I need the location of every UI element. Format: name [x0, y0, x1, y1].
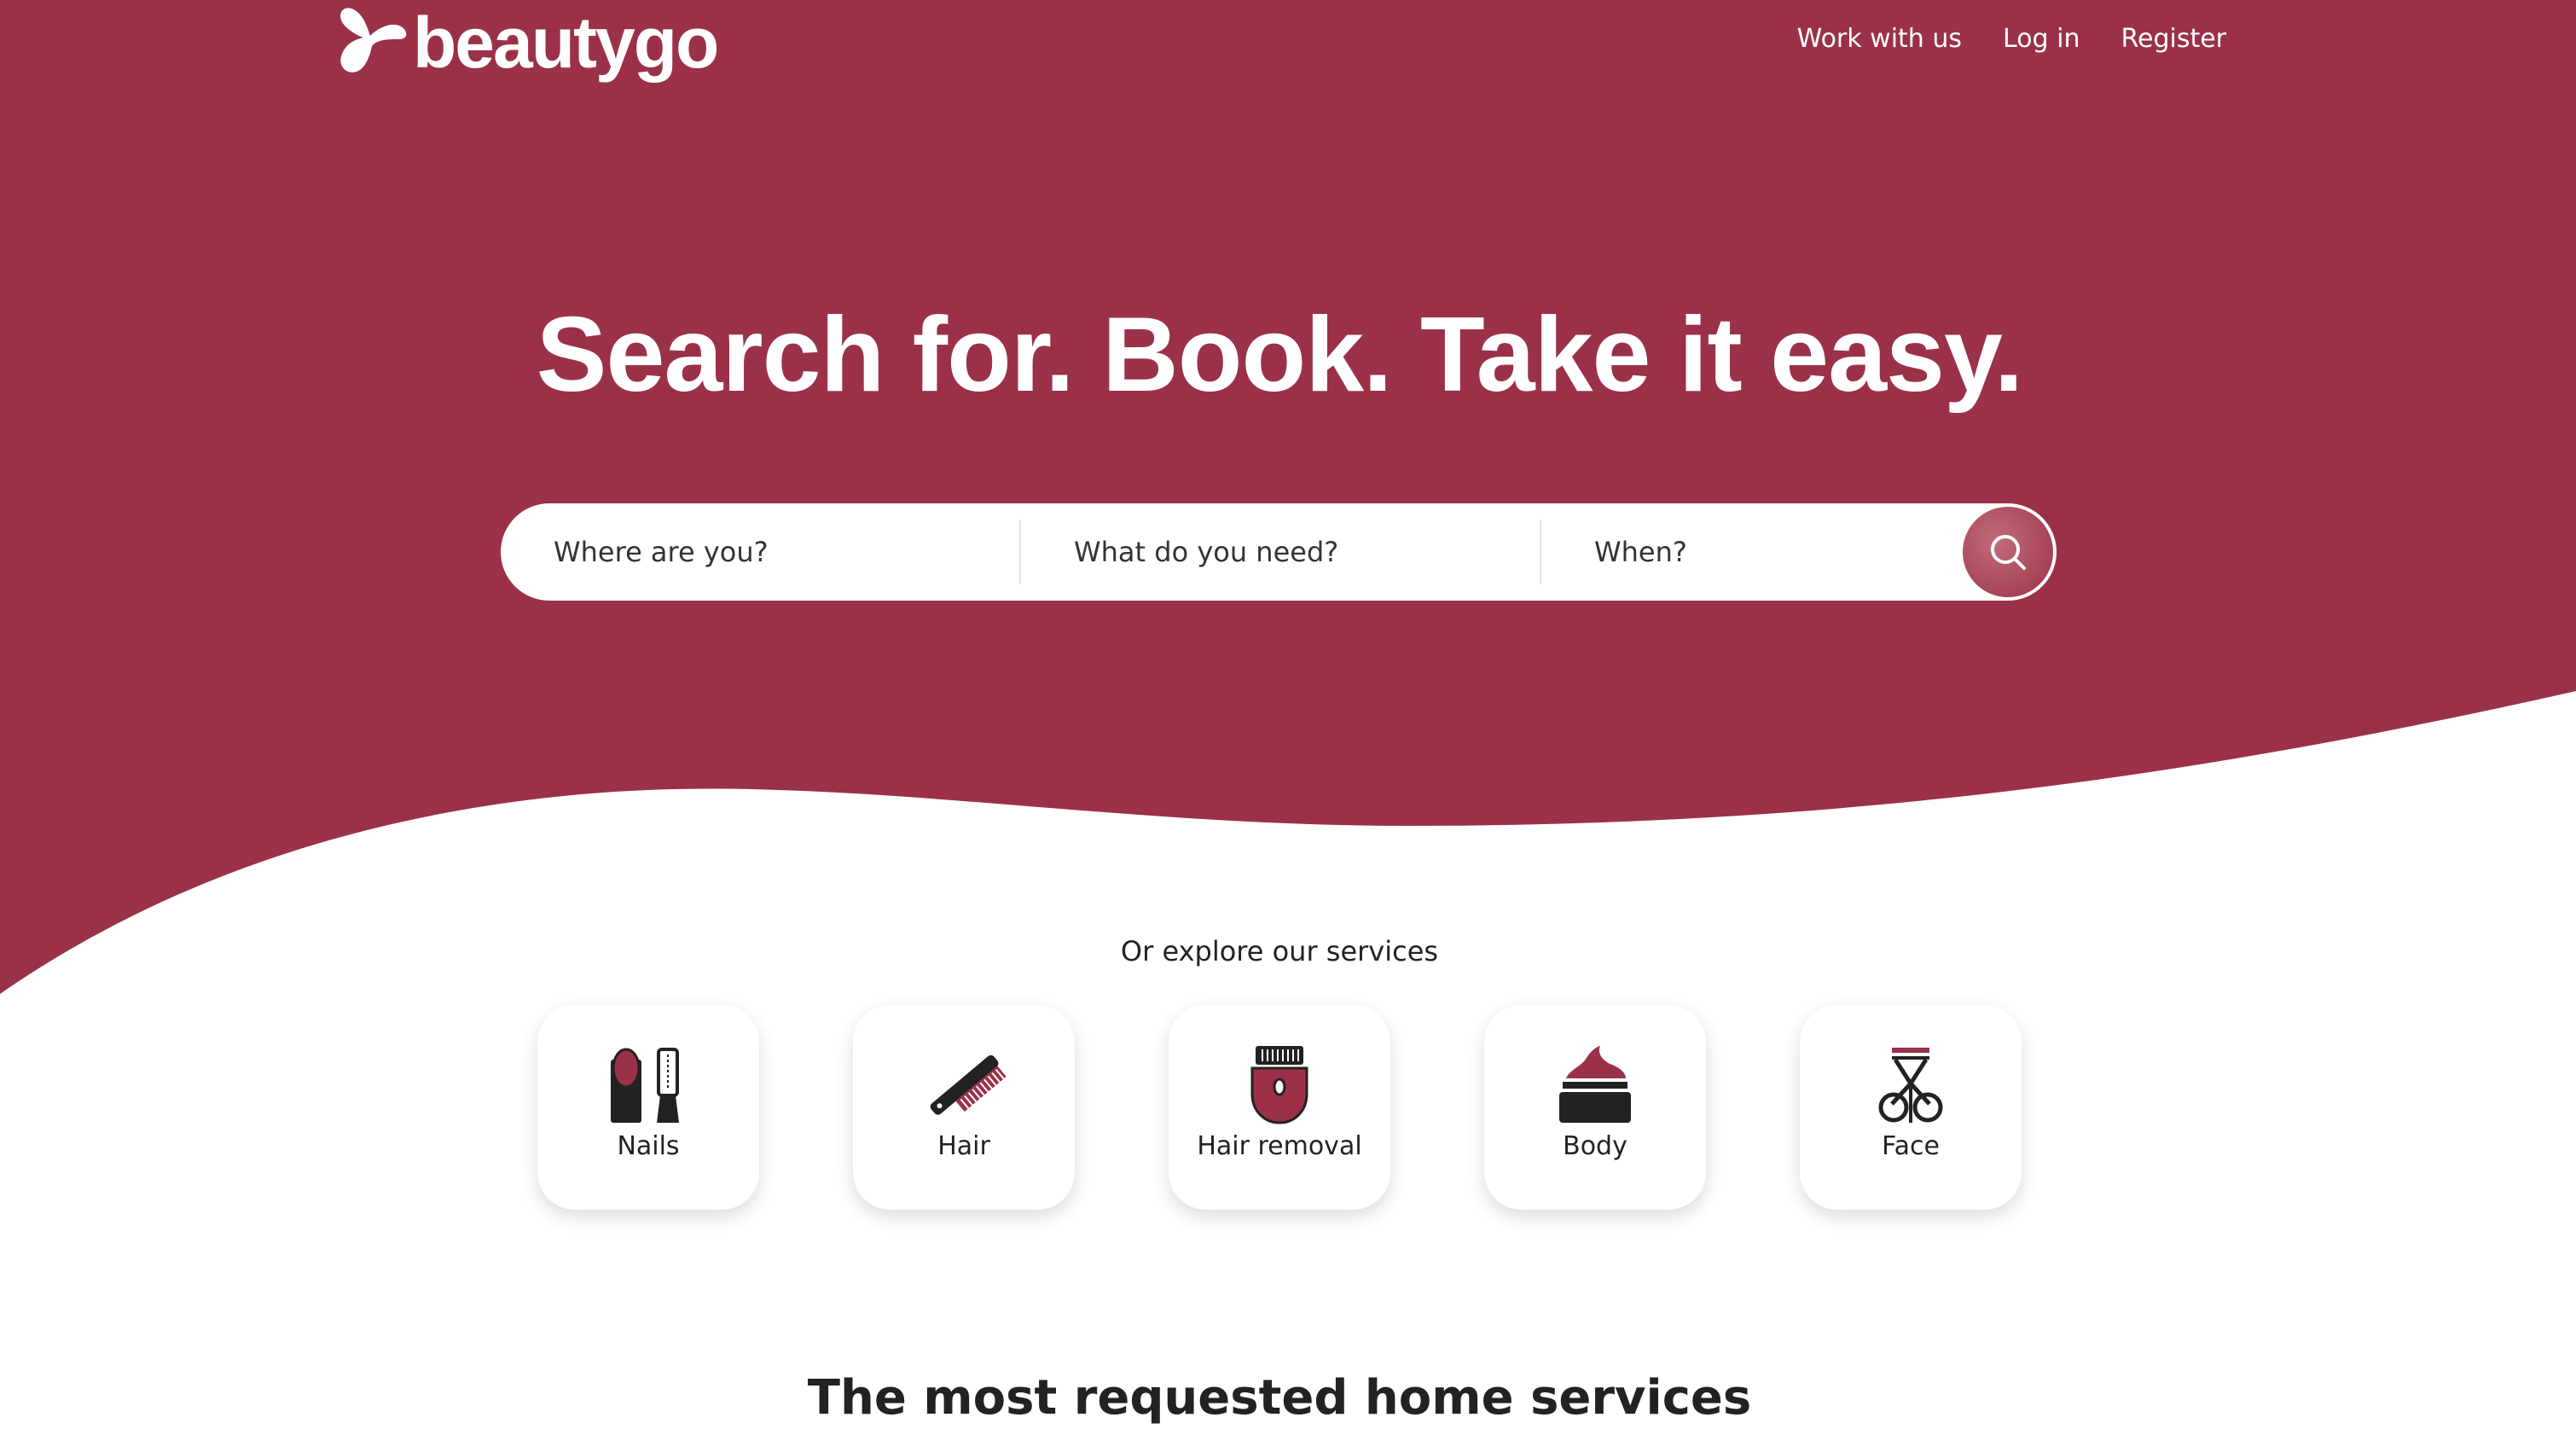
- explore-title: Or explore our services: [1120, 935, 1439, 967]
- category-label: Hair removal: [1197, 1131, 1362, 1161]
- top-navigation: Work with us Log in Register: [1797, 24, 2226, 54]
- section-title: The most requested home services: [807, 1370, 1752, 1426]
- eyelash-curler-icon: [1878, 1048, 1943, 1123]
- location-field[interactable]: Where are you?: [501, 503, 1019, 601]
- brand-name: beautygo: [413, 3, 719, 83]
- category-label: Hair: [937, 1131, 990, 1161]
- epilator-icon: [1250, 1046, 1308, 1124]
- category-label: Face: [1882, 1131, 1940, 1161]
- comb-icon: [930, 1054, 1007, 1115]
- category-card-face[interactable]: Face: [1800, 1005, 2022, 1210]
- category-label: Nails: [617, 1131, 680, 1161]
- hero-headline: Search for. Book. Take it easy.: [536, 296, 2023, 414]
- search-icon: [1991, 535, 2026, 570]
- category-card-hair-removal[interactable]: Hair removal: [1169, 1005, 1390, 1210]
- brand-logo[interactable]: beautygo: [329, 2, 719, 84]
- work-with-us-link[interactable]: Work with us: [1797, 24, 1962, 54]
- date-field[interactable]: When?: [1541, 503, 1963, 601]
- butterfly-icon: [340, 8, 407, 73]
- service-field[interactable]: What do you need?: [1021, 503, 1540, 601]
- search-button[interactable]: [1963, 507, 2053, 597]
- register-link[interactable]: Register: [2121, 24, 2226, 54]
- service-categories: Nails Hair Hair removal Body Face: [0, 1005, 2576, 1210]
- category-card-nails[interactable]: Nails: [537, 1005, 759, 1210]
- category-label: Body: [1563, 1131, 1627, 1161]
- cream-jar-icon: [1559, 1046, 1631, 1123]
- login-link[interactable]: Log in: [2003, 24, 2080, 54]
- nails-icon: [611, 1048, 679, 1123]
- search-bar: Where are you? What do you need? When?: [501, 503, 2057, 601]
- category-card-body[interactable]: Body: [1484, 1005, 1706, 1210]
- category-card-hair[interactable]: Hair: [853, 1005, 1075, 1210]
